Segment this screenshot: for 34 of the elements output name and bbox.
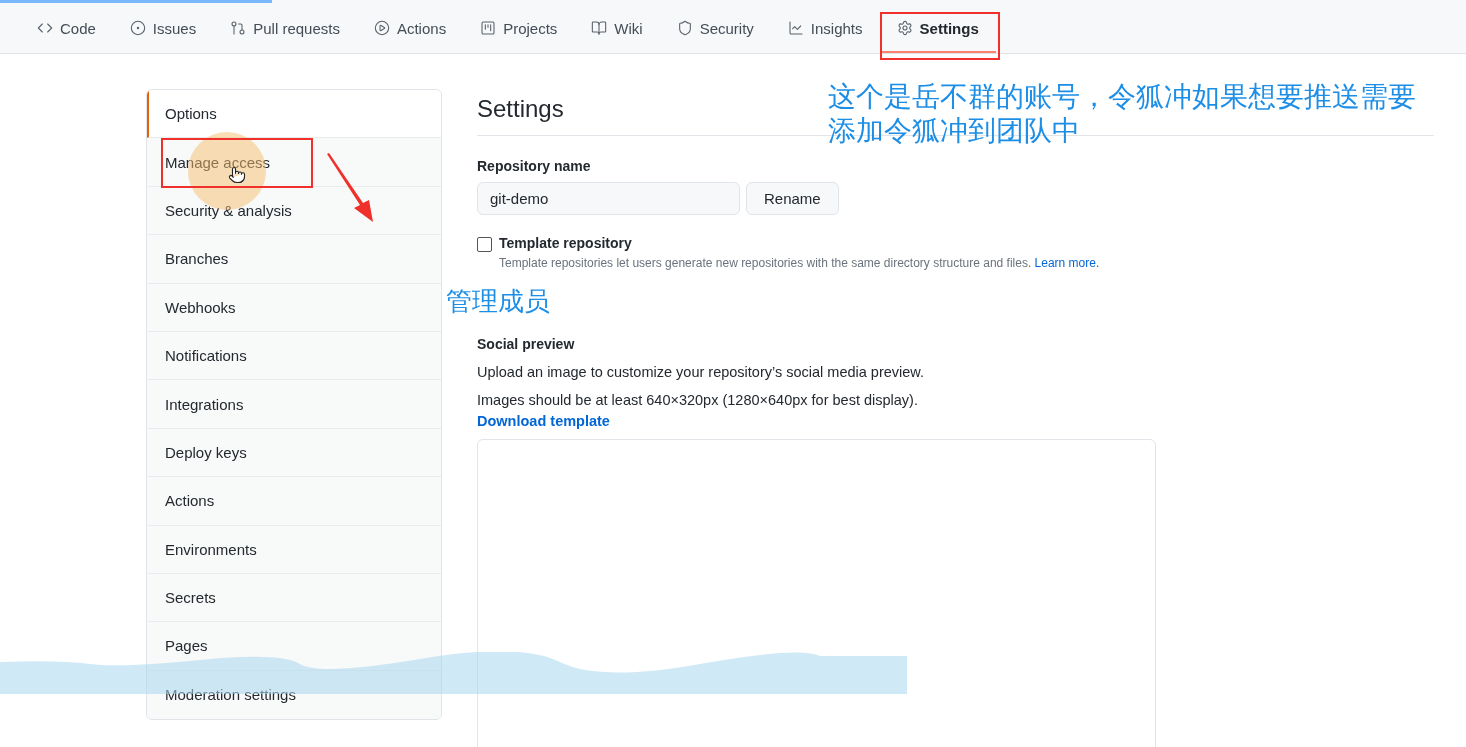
- menu-item[interactable]: Options: [147, 90, 441, 139]
- hint-text: Images should be at least 640×320px (1280×640px for best display).: [477, 392, 919, 408]
- annotation-text: 这个是岳不群的账号，令狐冲如果想要推送需要添加令狐冲到团队中: [828, 80, 1417, 148]
- nav-tab[interactable]: Actions: [356, 5, 464, 53]
- issue-icon: [129, 20, 146, 36]
- arrow: [326, 153, 376, 223]
- checkbox-label: Template repository: [499, 235, 633, 251]
- learn-more-link[interactable]: Learn more.: [1034, 256, 1100, 270]
- nav-tab[interactable]: Security: [659, 5, 771, 53]
- rename-button[interactable]: Rename: [746, 182, 839, 215]
- nav-tab[interactable]: Projects: [463, 5, 575, 53]
- hand-cursor-icon: [228, 166, 246, 184]
- graph-icon: [787, 20, 804, 36]
- checkbox[interactable]: [477, 237, 492, 252]
- description: Upload an image to customize your repository’s social media preview.: [477, 364, 926, 380]
- code-icon: [37, 20, 53, 36]
- callout-label: 管理成员: [446, 285, 550, 318]
- section-heading: Social preview: [477, 336, 576, 352]
- download-link[interactable]: Download template: [477, 413, 610, 429]
- nav-tab[interactable]: Pull requests: [213, 5, 357, 53]
- nav-tab[interactable]: Wiki: [574, 5, 660, 53]
- description: Template repositories let users generate new repositories with the same directory structure and files. Learn more.: [499, 256, 1100, 270]
- nav-tab[interactable]: Insights: [770, 5, 880, 53]
- field-label: Repository name: [477, 158, 592, 174]
- nav-tab[interactable]: Issues: [112, 5, 214, 53]
- settings-icon: [896, 20, 913, 36]
- book-icon: [591, 20, 608, 36]
- project-board-icon: [480, 20, 497, 36]
- pull-request-icon: [230, 20, 247, 36]
- shield-icon: [676, 20, 693, 36]
- repository-name-field[interactable]: git-demo: [477, 182, 740, 215]
- nav-tab[interactable]: Settings: [879, 5, 996, 53]
- play-icon: [373, 20, 390, 36]
- nav-tab[interactable]: Code: [20, 5, 113, 53]
